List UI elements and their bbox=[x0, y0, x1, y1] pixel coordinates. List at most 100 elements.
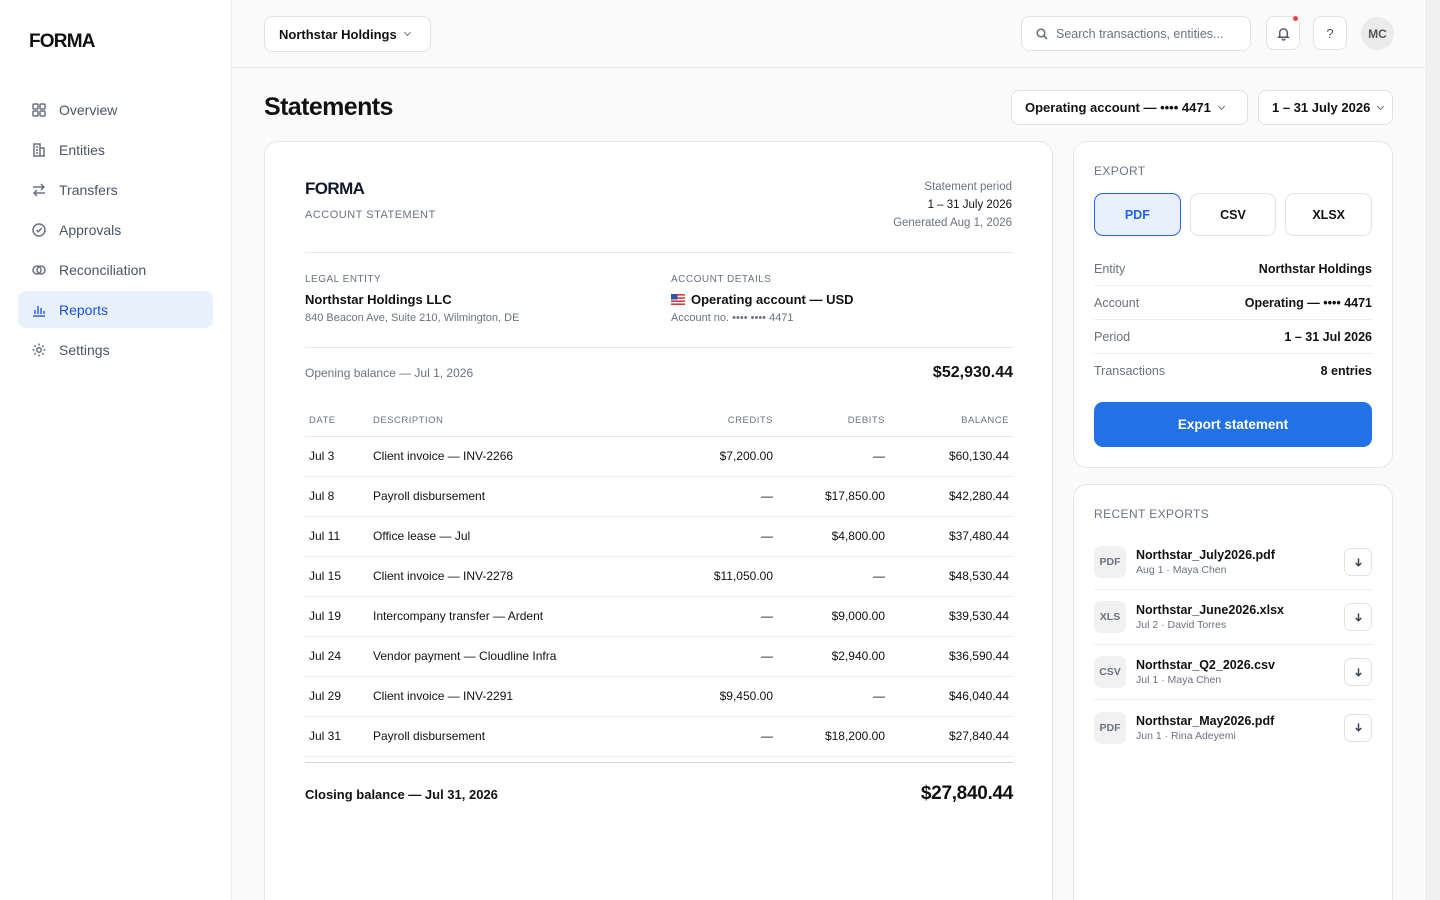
closing-balance-label: Closing balance — Jul 31, 2026 bbox=[305, 786, 498, 802]
file-type-badge: PDF bbox=[1094, 546, 1126, 578]
transactions-table: DATE DESCRIPTION CREDITS DEBITS BALANCE … bbox=[305, 406, 1013, 757]
export-label: EXPORT bbox=[1094, 164, 1146, 178]
row-credit: $11,050.00 bbox=[629, 556, 777, 597]
list-item[interactable]: PDF Northstar_May2026.pdf Jun 1 · Rina A… bbox=[1094, 700, 1372, 755]
summary-row-transactions: Transactions 8 entries bbox=[1094, 354, 1372, 388]
row-debit: — bbox=[777, 436, 889, 477]
table-header-row: DATE DESCRIPTION CREDITS DEBITS BALANCE bbox=[305, 406, 1013, 437]
search-box[interactable] bbox=[1021, 16, 1251, 51]
sidebar-item-overview[interactable]: Overview bbox=[18, 91, 213, 128]
column-header-date: DATE bbox=[305, 406, 369, 437]
file-type-badge: CSV bbox=[1094, 656, 1126, 688]
row-date: Jul 31 bbox=[305, 716, 369, 757]
summary-value: 8 entries bbox=[1320, 364, 1372, 378]
summary-row-account: Account Operating — •••• 4471 bbox=[1094, 286, 1372, 320]
legal-entity-name: Northstar Holdings LLC bbox=[305, 292, 452, 307]
file-meta: Jun 1 · Rina Adeyemi bbox=[1136, 729, 1236, 742]
table-row: Jul 31 Payroll disbursement — $18,200.00… bbox=[305, 716, 1013, 757]
building-icon bbox=[31, 142, 47, 158]
export-summary: Entity Northstar Holdings Account Operat… bbox=[1094, 252, 1372, 388]
account-number: Account no. •••• •••• 4471 bbox=[671, 312, 794, 324]
sidebar-item-reconciliation[interactable]: Reconciliation bbox=[18, 251, 213, 288]
table-row: Jul 8 Payroll disbursement — $17,850.00 … bbox=[305, 476, 1013, 517]
row-credit: — bbox=[629, 636, 777, 677]
row-debit: $2,940.00 bbox=[777, 636, 889, 677]
legal-entity-address: 840 Beacon Ave, Suite 210, Wilmington, D… bbox=[305, 312, 520, 324]
sidebar-item-settings[interactable]: Settings bbox=[18, 331, 213, 368]
list-item[interactable]: PDF Northstar_July2026.pdf Aug 1 · Maya … bbox=[1094, 535, 1372, 590]
account-name: Operating account — USD bbox=[691, 292, 854, 307]
row-date: Jul 15 bbox=[305, 556, 369, 597]
summary-value: Operating — •••• 4471 bbox=[1244, 295, 1372, 310]
summary-key: Entity bbox=[1094, 261, 1126, 276]
avatar[interactable]: MC bbox=[1361, 17, 1394, 50]
file-info: Northstar_July2026.pdf Aug 1 · Maya Chen bbox=[1136, 548, 1344, 576]
download-button[interactable] bbox=[1344, 603, 1372, 631]
sidebar-item-label: Approvals bbox=[59, 221, 122, 238]
summary-value: Northstar Holdings bbox=[1258, 261, 1372, 276]
summary-row-period: Period 1 – 31 Jul 2026 bbox=[1094, 320, 1372, 354]
row-debit: $4,800.00 bbox=[777, 516, 889, 557]
row-balance: $36,590.44 bbox=[889, 636, 1013, 677]
row-date: Jul 8 bbox=[305, 476, 369, 517]
period-selector[interactable]: 1 – 31 July 2026 bbox=[1258, 90, 1393, 125]
summary-key: Period bbox=[1094, 329, 1131, 344]
account-selector[interactable]: Operating account — •••• 4471 bbox=[1011, 90, 1248, 125]
table-row: Jul 15 Client invoice — INV-2278 $11,050… bbox=[305, 556, 1013, 597]
recent-exports-list: PDF Northstar_July2026.pdf Aug 1 · Maya … bbox=[1094, 535, 1372, 755]
app-logo[interactable]: FORMA bbox=[29, 31, 95, 53]
recent-exports-panel: RECENT EXPORTS PDF Northstar_July2026.pd… bbox=[1073, 484, 1393, 900]
statement-logo: FORMA bbox=[305, 179, 365, 198]
export-statement-button[interactable]: Export statement bbox=[1094, 402, 1372, 447]
sidebar-item-entities[interactable]: Entities bbox=[18, 131, 213, 168]
sidebar-item-reports[interactable]: Reports bbox=[18, 291, 213, 328]
row-credit: $9,450.00 bbox=[629, 676, 777, 717]
scrollbar[interactable] bbox=[1425, 0, 1440, 900]
list-item[interactable]: XLS Northstar_June2026.xlsx Jul 2 · Davi… bbox=[1094, 590, 1372, 645]
format-xlsx-button[interactable]: XLSX bbox=[1285, 193, 1373, 236]
entity-selector[interactable]: Northstar Holdings bbox=[264, 16, 431, 52]
file-type-badge: XLS bbox=[1094, 601, 1126, 633]
sidebar-item-approvals[interactable]: Approvals bbox=[18, 211, 213, 248]
file-meta: Aug 1 · Maya Chen bbox=[1136, 564, 1227, 576]
export-panel: EXPORT PDF CSV XLSX Entity Northstar Hol… bbox=[1073, 141, 1393, 468]
row-balance: $39,530.44 bbox=[889, 596, 1013, 637]
statement-generated-date: Generated Aug 1, 2026 bbox=[893, 217, 1012, 229]
list-item[interactable]: CSV Northstar_Q2_2026.csv Jul 1 · Maya C… bbox=[1094, 645, 1372, 700]
row-balance: $46,040.44 bbox=[889, 676, 1013, 717]
download-icon bbox=[1354, 723, 1362, 732]
overlap-circles-icon bbox=[31, 262, 47, 278]
row-description: Client invoice — INV-2266 bbox=[369, 436, 629, 477]
sidebar: FORMA Overview Entities Transfers Approv… bbox=[0, 0, 232, 900]
row-date: Jul 11 bbox=[305, 516, 369, 557]
entity-selector-label: Northstar Holdings bbox=[279, 26, 397, 42]
download-button[interactable] bbox=[1344, 658, 1372, 686]
row-description: Payroll disbursement bbox=[369, 476, 629, 517]
notifications-button[interactable] bbox=[1266, 16, 1300, 50]
search-input[interactable] bbox=[1056, 26, 1241, 41]
file-name: Northstar_July2026.pdf bbox=[1136, 548, 1275, 562]
sidebar-nav: Overview Entities Transfers Approvals Re… bbox=[18, 91, 213, 371]
row-description: Vendor payment — Cloudline Infra bbox=[369, 636, 629, 677]
closing-balance-value: $27,840.44 bbox=[920, 783, 1013, 804]
sidebar-item-transfers[interactable]: Transfers bbox=[18, 171, 213, 208]
format-csv-button[interactable]: CSV bbox=[1189, 193, 1277, 236]
download-button[interactable] bbox=[1344, 548, 1372, 576]
row-balance: $37,480.44 bbox=[889, 516, 1013, 557]
table-row: Jul 19 Intercompany transfer — Ardent — … bbox=[305, 596, 1013, 637]
legal-entity-label: LEGAL ENTITY bbox=[305, 274, 382, 285]
row-description: Payroll disbursement bbox=[369, 716, 629, 757]
download-button[interactable] bbox=[1344, 713, 1372, 742]
format-pdf-button[interactable]: PDF bbox=[1094, 193, 1181, 236]
check-circle-icon bbox=[31, 222, 47, 238]
page-title: Statements bbox=[264, 93, 393, 121]
help-button[interactable]: ? bbox=[1313, 16, 1347, 50]
top-bar: Northstar Holdings ? MC bbox=[232, 0, 1425, 68]
statement-period-label: Statement period bbox=[924, 181, 1012, 193]
row-credit: $7,200.00 bbox=[629, 436, 777, 477]
column-header-balance: BALANCE bbox=[889, 406, 1013, 437]
sidebar-item-label: Overview bbox=[59, 101, 118, 118]
legal-entity-block: LEGAL ENTITY Northstar Holdings LLC 840 … bbox=[305, 274, 519, 324]
file-name: Northstar_June2026.xlsx bbox=[1136, 603, 1284, 617]
statement-preview: FORMA ACCOUNT STATEMENT Statement period… bbox=[264, 141, 1053, 900]
